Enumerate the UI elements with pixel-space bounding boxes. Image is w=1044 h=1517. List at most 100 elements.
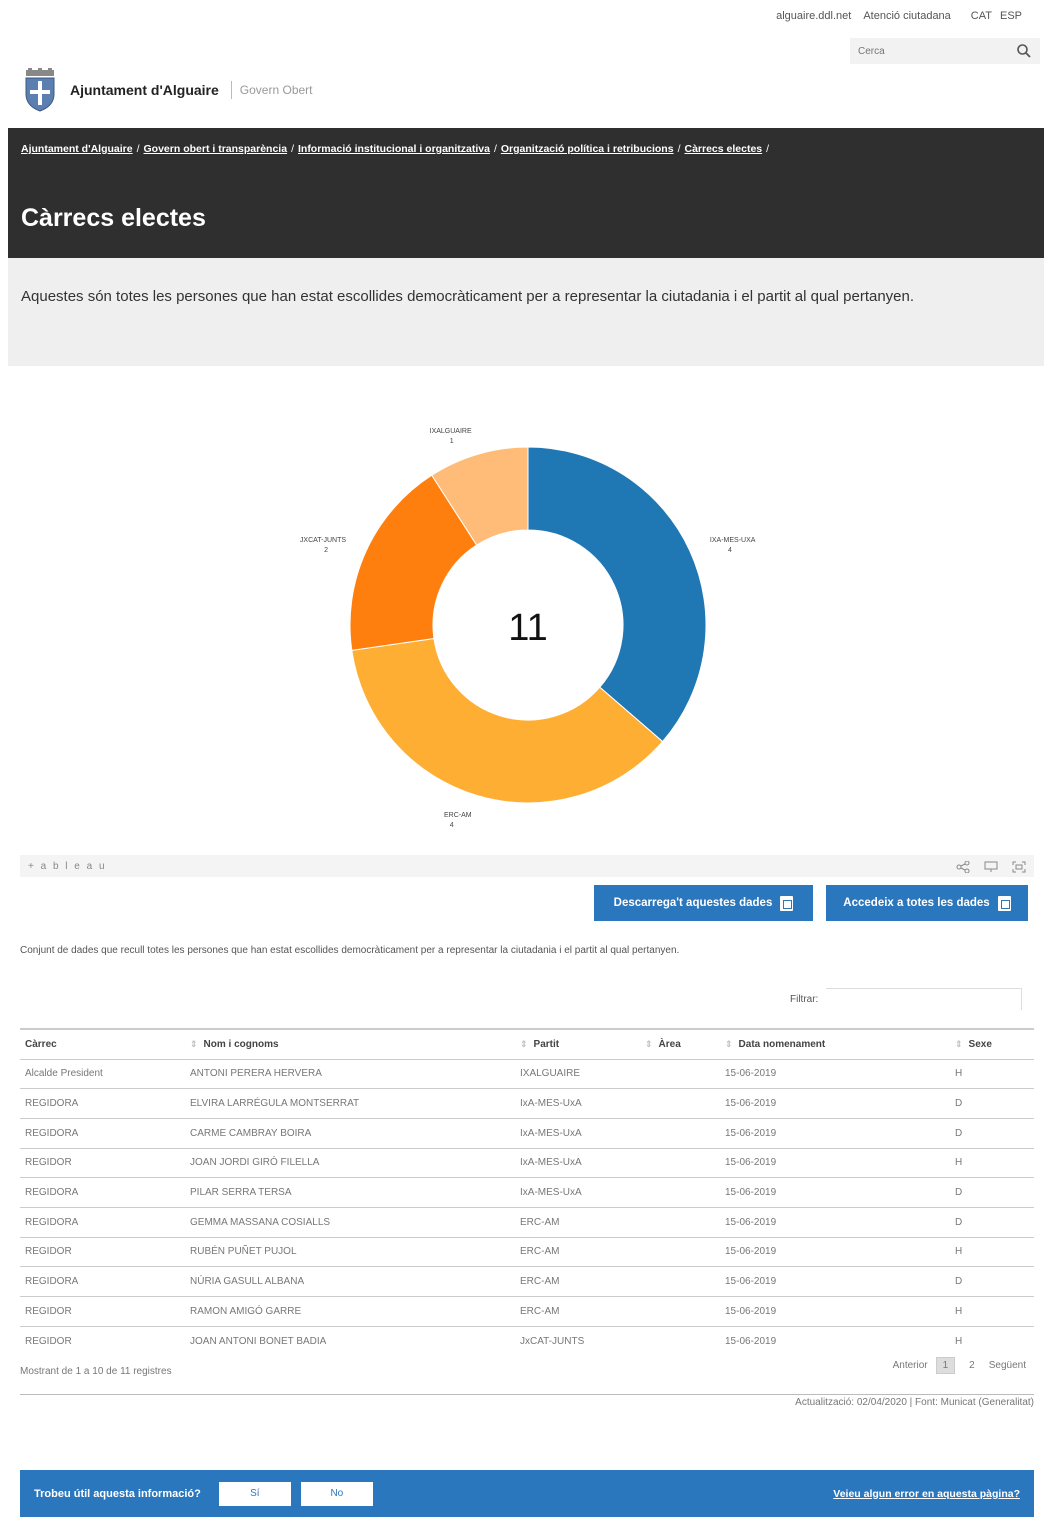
access-all-data-label: Accedeix a totes les dades (843, 897, 990, 909)
lang-esp[interactable]: ESP (1000, 10, 1022, 22)
pagination-previous[interactable]: Anterior (893, 1360, 928, 1371)
search-box (850, 38, 1040, 64)
search-input[interactable] (858, 45, 998, 57)
table-cell (640, 1177, 720, 1208)
comment-icon[interactable] (984, 860, 998, 872)
column-header-party[interactable]: ⇕ Partit (515, 1028, 640, 1060)
table-cell: ERC-AM (515, 1296, 640, 1327)
table-row: Alcalde President ANTONI PERERA HERVERA IX… (20, 1059, 1034, 1090)
table-cell: D (950, 1266, 1034, 1297)
table-cell: 15-06-2019 (720, 1296, 950, 1327)
table-cell: IxA-MES-UxA (515, 1177, 640, 1208)
feedback-yes-button[interactable]: Sí (218, 1481, 291, 1506)
table-cell (640, 1148, 720, 1179)
feedback-no-button[interactable]: No (300, 1481, 373, 1506)
table-cell (640, 1207, 720, 1238)
pagination-page-2[interactable]: 2 (963, 1358, 981, 1373)
table-cell (640, 1266, 720, 1297)
download-data-label: Descarrega't aquestes dades (613, 897, 773, 909)
filter-label: Filtrar: (790, 993, 819, 1005)
citizen-service-link[interactable]: Atenció ciutadana (863, 10, 950, 22)
table-cell: REGIDORA (20, 1207, 185, 1238)
party-donut-chart: IXA-MES-UXA 4 ERC-AM 4 JXCAT-JUNTS 2 IXALGUAIR… (270, 420, 790, 840)
tableau-logo[interactable]: + a b l e a u (28, 861, 107, 872)
brand-divider (230, 81, 232, 99)
table-cell: H (955, 1335, 963, 1347)
donut-slice-ixa-mes-uxa[interactable] (527, 446, 707, 743)
table-row: REGIDORA ELVIRA LARRÉGULA MONTSERRAT IxA-M… (20, 1088, 1034, 1119)
column-header-name[interactable]: ⇕ Nom i cognoms (185, 1028, 515, 1060)
column-header-area[interactable]: ⇕ Àrea (640, 1028, 720, 1060)
breadcrumb-item[interactable]: Ajuntament d'Alguaire (21, 143, 133, 155)
filter-input[interactable] (826, 988, 1023, 1010)
table-cell: D (950, 1088, 1034, 1119)
pagination-next[interactable]: Següent (989, 1360, 1026, 1371)
table-cell: H (950, 1059, 1034, 1090)
table-cell (640, 1237, 720, 1268)
breadcrumb-item[interactable]: Càrrecs electes (684, 143, 762, 155)
table-cell: REGIDORA (20, 1118, 185, 1149)
officials-table: Càrrec ⇕ Nom i cognoms ⇕ Partit ⇕ Àrea ⇕ Dat… (20, 1028, 1034, 1356)
table-cell: RAMON AMIGÓ GARRE (185, 1296, 515, 1327)
slice-value-label: 4 (450, 822, 454, 829)
column-header-date[interactable]: ⇕ Data nomenament (720, 1028, 950, 1060)
slice-label: ERC-AM (444, 812, 472, 819)
table-cell: D (950, 1177, 1034, 1208)
table-cell: 15-06-2019 (725, 1335, 777, 1347)
brand: Ajuntament d'Alguaire Govern Obert (22, 68, 313, 112)
language-switcher: CAT ESP (971, 10, 1022, 22)
page-title: Càrrecs electes (21, 204, 206, 232)
coat-of-arms-icon[interactable] (22, 68, 58, 112)
table-cell: ERC-AM (515, 1237, 640, 1268)
column-header-sex[interactable]: ⇕ Sexe (950, 1028, 1034, 1060)
share-icon[interactable] (956, 860, 970, 874)
brand-subtitle[interactable]: Govern Obert (240, 83, 313, 97)
document-icon (780, 895, 794, 911)
update-info: Actualització: 02/04/2020 | Font: Munica… (20, 1394, 1034, 1408)
report-error-link[interactable]: Veieu algun error en aquesta pàgina? (833, 1488, 1020, 1500)
table-cell: GEMMA MASSANA COSIALLS (185, 1207, 515, 1238)
table-cell: IxA-MES-UxA (515, 1118, 640, 1149)
table-cell (640, 1088, 720, 1119)
table-cell: REGIDOR (20, 1296, 185, 1327)
column-header-position[interactable]: Càrrec (20, 1028, 185, 1060)
tableau-icons (956, 860, 1026, 874)
donut-chart-svg: IXA-MES-UXA 4 ERC-AM 4 JXCAT-JUNTS 2 IXALGUAIR… (300, 428, 756, 829)
table-cell: IXALGUAIRE (515, 1059, 640, 1090)
table-cell: CARME CAMBRAY BOIRA (185, 1118, 515, 1149)
table-cell: REGIDOR (20, 1237, 185, 1268)
table-row: REGIDOR JOAN JORDI GIRÓ FILELLA IxA-MES-Ux… (20, 1148, 1034, 1179)
table-cell: H (950, 1237, 1034, 1268)
table-cell: 15-06-2019 (720, 1237, 950, 1268)
pagination: Anterior 1 2 Següent (893, 1357, 1026, 1374)
pagination-page-1[interactable]: 1 (935, 1357, 956, 1374)
breadcrumb-item[interactable]: Govern obert i transparència (144, 143, 288, 155)
download-data-button[interactable]: Descarrega't aquestes dades (594, 885, 813, 921)
breadcrumb-item[interactable]: Organització política i retribucions (501, 143, 674, 155)
table-cell: IxA-MES-UxA (515, 1088, 640, 1119)
org-name[interactable]: Ajuntament d'Alguaire (70, 82, 219, 98)
table-row: REGIDORA CARME CAMBRAY BOIRA IxA-MES-UxA 15… (20, 1118, 1034, 1149)
site-link[interactable]: alguaire.ddl.net (776, 10, 851, 22)
page-header: Ajuntament d'Alguaire / Govern obert i tra… (8, 128, 1044, 258)
fullscreen-icon[interactable] (1012, 860, 1026, 873)
table-cell: 15-06-2019 (720, 1118, 950, 1149)
access-all-data-button[interactable]: Accedeix a totes les dades (826, 885, 1028, 921)
table-cell: JxCAT-JUNTS (520, 1335, 585, 1347)
table-header-row: Càrrec ⇕ Nom i cognoms ⇕ Partit ⇕ Àrea ⇕ Dat… (20, 1028, 1034, 1060)
lang-cat[interactable]: CAT (971, 10, 992, 22)
feedback-bar: Trobeu útil aquesta informació? Sí No Ve… (20, 1470, 1034, 1517)
table-cell (640, 1296, 720, 1327)
table-cell: REGIDOR (20, 1148, 185, 1179)
table-cell: H (950, 1296, 1034, 1327)
breadcrumb: Ajuntament d'Alguaire / Govern obert i tra… (21, 143, 770, 155)
table-cell: D (950, 1207, 1034, 1238)
search-icon[interactable] (1016, 43, 1032, 59)
table-row: REGIDOR JOAN ANTONI BONET BADIA JxCAT-JUNT… (20, 1326, 1034, 1356)
slice-label: IXALGUAIRE (430, 428, 472, 435)
donut-center-total: 11 (508, 607, 547, 649)
table-cell: REGIDORA (20, 1088, 185, 1119)
table-cell: REGIDOR (25, 1335, 72, 1347)
document-icon (997, 895, 1011, 911)
breadcrumb-item[interactable]: Informació institucional i organitzativa (298, 143, 490, 155)
